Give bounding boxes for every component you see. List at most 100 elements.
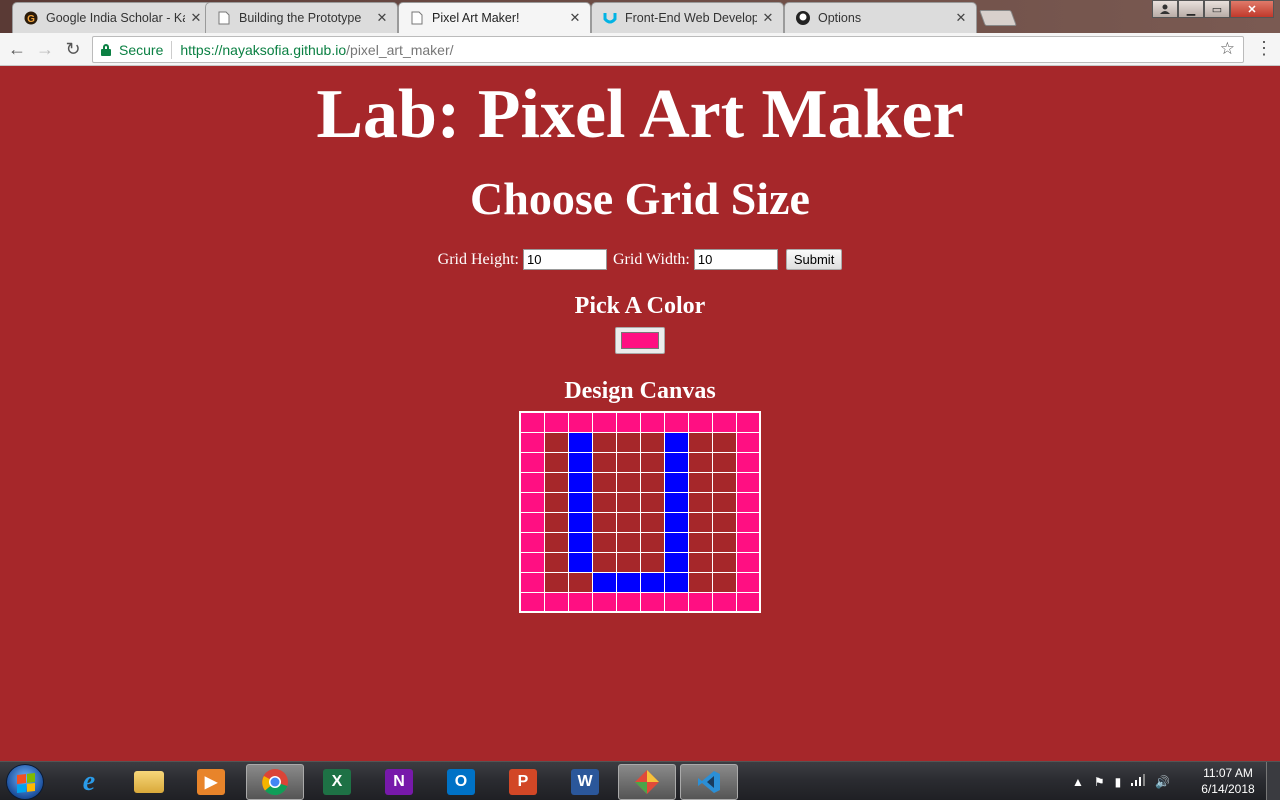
system-clock[interactable]: 11:07 AM 6/14/2018 bbox=[1196, 765, 1260, 797]
canvas-cell[interactable] bbox=[519, 571, 545, 593]
canvas-cell[interactable] bbox=[711, 491, 737, 513]
canvas-cell[interactable] bbox=[735, 411, 761, 433]
tab-pixel-art-maker[interactable]: Pixel Art Maker! ✕ bbox=[398, 2, 591, 33]
media-player-icon[interactable]: ▶ bbox=[182, 764, 240, 800]
canvas-cell[interactable] bbox=[543, 591, 569, 613]
canvas-cell[interactable] bbox=[711, 531, 737, 553]
canvas-cell[interactable] bbox=[687, 511, 713, 533]
power-icon[interactable]: ▮ bbox=[1115, 775, 1122, 789]
canvas-cell[interactable] bbox=[591, 491, 617, 513]
canvas-cell[interactable] bbox=[567, 531, 593, 553]
canvas-cell[interactable] bbox=[711, 591, 737, 613]
canvas-cell[interactable] bbox=[639, 491, 665, 513]
show-desktop-button[interactable] bbox=[1266, 762, 1280, 800]
internet-explorer-icon[interactable]: e bbox=[60, 764, 118, 800]
canvas-cell[interactable] bbox=[615, 431, 641, 453]
onenote-icon[interactable]: N bbox=[370, 764, 428, 800]
canvas-cell[interactable] bbox=[687, 451, 713, 473]
canvas-cell[interactable] bbox=[567, 431, 593, 453]
canvas-cell[interactable] bbox=[663, 451, 689, 473]
submit-button[interactable]: Submit bbox=[785, 249, 843, 270]
canvas-cell[interactable] bbox=[711, 471, 737, 493]
chrome-icon[interactable] bbox=[246, 764, 304, 800]
close-tab-icon[interactable]: ✕ bbox=[568, 10, 582, 26]
canvas-cell[interactable] bbox=[543, 451, 569, 473]
close-tab-icon[interactable]: ✕ bbox=[761, 10, 775, 26]
outlook-icon[interactable]: O bbox=[432, 764, 490, 800]
canvas-cell[interactable] bbox=[639, 451, 665, 473]
canvas-cell[interactable] bbox=[735, 511, 761, 533]
canvas-cell[interactable] bbox=[711, 451, 737, 473]
canvas-cell[interactable] bbox=[615, 471, 641, 493]
canvas-cell[interactable] bbox=[519, 511, 545, 533]
powerpoint-icon[interactable]: P bbox=[494, 764, 552, 800]
canvas-cell[interactable] bbox=[639, 411, 665, 433]
canvas-cell[interactable] bbox=[567, 451, 593, 473]
close-tab-icon[interactable]: ✕ bbox=[375, 10, 389, 26]
grid-width-input[interactable] bbox=[693, 249, 778, 270]
canvas-cell[interactable] bbox=[591, 551, 617, 573]
canvas-cell[interactable] bbox=[543, 411, 569, 433]
canvas-cell[interactable] bbox=[735, 491, 761, 513]
canvas-cell[interactable] bbox=[543, 551, 569, 573]
tab-building-prototype[interactable]: Building the Prototype ✕ bbox=[205, 2, 398, 33]
canvas-cell[interactable] bbox=[591, 511, 617, 533]
canvas-cell[interactable] bbox=[663, 491, 689, 513]
tab-google-india-scholar[interactable]: G Google India Scholar - Ka ✕ bbox=[12, 2, 212, 33]
canvas-cell[interactable] bbox=[735, 451, 761, 473]
canvas-cell[interactable] bbox=[591, 431, 617, 453]
canvas-cell[interactable] bbox=[663, 431, 689, 453]
canvas-cell[interactable] bbox=[711, 571, 737, 593]
canvas-cell[interactable] bbox=[567, 551, 593, 573]
tab-options[interactable]: Options ✕ bbox=[784, 2, 977, 33]
canvas-cell[interactable] bbox=[567, 491, 593, 513]
canvas-cell[interactable] bbox=[567, 591, 593, 613]
canvas-cell[interactable] bbox=[735, 531, 761, 553]
maximize-button[interactable]: ▭ bbox=[1204, 0, 1230, 18]
action-center-flag-icon[interactable]: ⚑ bbox=[1094, 775, 1105, 789]
canvas-cell[interactable] bbox=[543, 431, 569, 453]
reload-icon[interactable]: ↻ bbox=[62, 38, 84, 60]
canvas-cell[interactable] bbox=[615, 531, 641, 553]
back-arrow-icon[interactable]: ← bbox=[6, 38, 28, 60]
new-tab-button[interactable] bbox=[979, 10, 1017, 26]
canvas-cell[interactable] bbox=[711, 511, 737, 533]
file-explorer-icon[interactable] bbox=[120, 764, 178, 800]
grid-height-input[interactable] bbox=[523, 249, 607, 270]
word-icon[interactable]: W bbox=[556, 764, 614, 800]
canvas-cell[interactable] bbox=[543, 511, 569, 533]
canvas-cell[interactable] bbox=[639, 571, 665, 593]
canvas-cell[interactable] bbox=[735, 591, 761, 613]
pixel-canvas[interactable] bbox=[519, 411, 761, 613]
canvas-cell[interactable] bbox=[687, 411, 713, 433]
canvas-cell[interactable] bbox=[543, 491, 569, 513]
canvas-cell[interactable] bbox=[663, 531, 689, 553]
user-icon[interactable] bbox=[1152, 0, 1178, 18]
show-hidden-icons-icon[interactable]: ▲ bbox=[1072, 775, 1084, 789]
canvas-cell[interactable] bbox=[687, 431, 713, 453]
volume-icon[interactable]: 🔊 bbox=[1155, 775, 1170, 789]
canvas-cell[interactable] bbox=[615, 591, 641, 613]
canvas-cell[interactable] bbox=[639, 511, 665, 533]
canvas-cell[interactable] bbox=[591, 531, 617, 553]
canvas-cell[interactable] bbox=[711, 431, 737, 453]
close-tab-icon[interactable]: ✕ bbox=[189, 10, 203, 26]
canvas-cell[interactable] bbox=[567, 471, 593, 493]
color-picker[interactable] bbox=[615, 327, 665, 354]
address-bar[interactable]: Secure https://nayaksofia.github.io /pix… bbox=[92, 36, 1244, 63]
canvas-cell[interactable] bbox=[591, 591, 617, 613]
canvas-cell[interactable] bbox=[615, 491, 641, 513]
canvas-cell[interactable] bbox=[591, 571, 617, 593]
visual-studio-code-icon[interactable] bbox=[680, 764, 738, 800]
canvas-cell[interactable] bbox=[711, 411, 737, 433]
canvas-cell[interactable] bbox=[687, 571, 713, 593]
canvas-cell[interactable] bbox=[591, 451, 617, 473]
canvas-cell[interactable] bbox=[663, 511, 689, 533]
canvas-cell[interactable] bbox=[663, 411, 689, 433]
canvas-cell[interactable] bbox=[663, 551, 689, 573]
canvas-cell[interactable] bbox=[519, 491, 545, 513]
canvas-cell[interactable] bbox=[615, 551, 641, 573]
canvas-cell[interactable] bbox=[687, 551, 713, 573]
canvas-cell[interactable] bbox=[687, 471, 713, 493]
canvas-cell[interactable] bbox=[687, 531, 713, 553]
